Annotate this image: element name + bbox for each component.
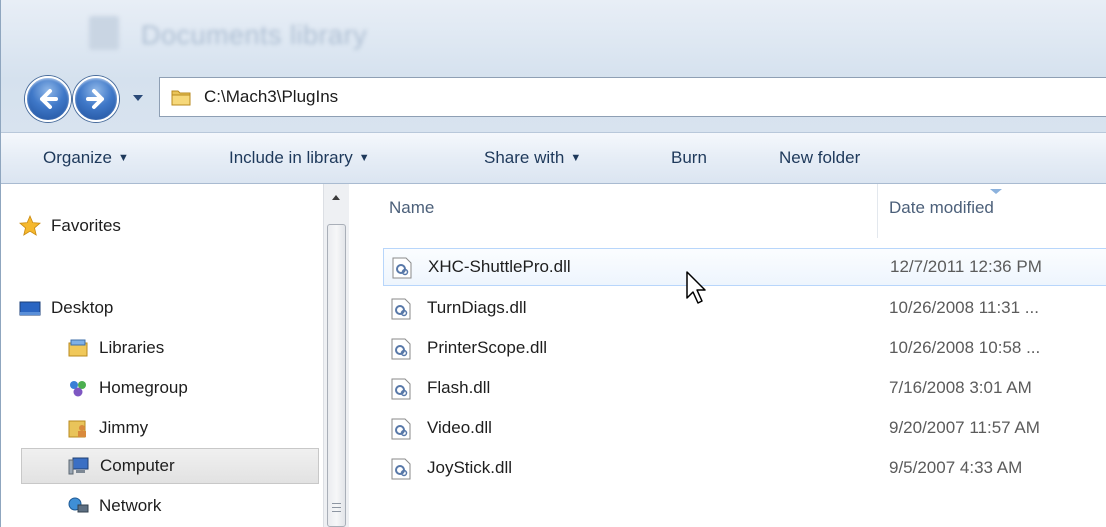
back-button[interactable] (25, 76, 71, 122)
column-header-name[interactable]: Name (389, 198, 434, 218)
scroll-up-button[interactable] (327, 188, 345, 206)
dll-file-icon (391, 298, 411, 320)
chevron-up-icon (332, 194, 340, 200)
file-row[interactable]: Flash.dll 7/16/2008 3:01 AM (383, 370, 1106, 408)
file-name: PrinterScope.dll (427, 338, 548, 357)
desktop-icon (19, 301, 41, 316)
nav-item-computer[interactable]: Computer (21, 448, 319, 484)
folder-icon (171, 90, 191, 106)
share-with-button[interactable]: Share with ▼ (484, 133, 581, 183)
address-bar[interactable]: C:\Mach3\PlugIns (159, 77, 1106, 117)
file-row[interactable]: JoyStick.dll 9/5/2007 4:33 AM (383, 450, 1106, 488)
new-folder-button[interactable]: New folder (779, 133, 860, 183)
file-row[interactable]: Video.dll 9/20/2007 11:57 AM (383, 410, 1106, 448)
file-date: 12/7/2011 12:36 PM (890, 257, 1042, 276)
dll-file-icon (391, 418, 411, 440)
computer-icon (68, 457, 89, 475)
navigation-pane: Favorites Desktop Libraries Homegroup Ji… (1, 184, 323, 527)
star-icon (19, 215, 41, 236)
title-bar: Documents library C:\Mach3\PlugIns (1, 0, 1106, 132)
thumb-grip-line (332, 503, 341, 504)
column-separator[interactable] (877, 184, 878, 238)
recent-pages-chevron-down-icon[interactable] (131, 93, 145, 103)
nav-item-jimmy[interactable]: Jimmy (67, 410, 317, 446)
nav-item-homegroup[interactable]: Homegroup (67, 370, 317, 406)
column-header-date-modified[interactable]: Date modified (889, 198, 994, 218)
back-arrow-icon (40, 89, 58, 109)
network-icon (68, 497, 89, 513)
chevron-down-icon: ▼ (117, 152, 129, 164)
file-date: 10/26/2008 11:31 ... (889, 298, 1039, 317)
file-list: Name Date modified XHC-ShuttlePro.dll 12… (349, 184, 1106, 527)
explorer-window: Documents library C:\Mach3\PlugIns Organ… (0, 0, 1106, 527)
homegroup-icon (70, 381, 86, 397)
dll-file-icon (391, 378, 411, 400)
thumb-grip-line (332, 507, 341, 508)
sort-indicator-icon (990, 189, 1002, 194)
nav-item-libraries[interactable]: Libraries (67, 330, 317, 366)
file-name: XHC-ShuttlePro.dll (428, 257, 571, 276)
file-date: 9/20/2007 11:57 AM (889, 418, 1040, 437)
file-date: 7/16/2008 3:01 AM (889, 378, 1032, 397)
user-folder-icon (68, 420, 86, 438)
forward-arrow-icon (86, 89, 104, 109)
nav-item-network[interactable]: Network (67, 488, 317, 524)
file-date: 10/26/2008 10:58 ... (889, 338, 1041, 357)
nav-item-desktop[interactable]: Desktop (19, 290, 315, 326)
file-row[interactable]: PrinterScope.dll 10/26/2008 10:58 ... (383, 330, 1106, 368)
forward-button[interactable] (73, 76, 119, 122)
chevron-down-icon: ▼ (358, 152, 370, 164)
file-row[interactable]: TurnDiags.dll 10/26/2008 11:31 ... (383, 290, 1106, 328)
include-in-library-button[interactable]: Include in library ▼ (229, 133, 370, 183)
organize-button[interactable]: Organize ▼ (43, 133, 129, 183)
nav-item-favorites[interactable]: Favorites (19, 208, 315, 244)
file-row[interactable]: XHC-ShuttlePro.dll 12/7/2011 12:36 PM (383, 248, 1106, 286)
dll-file-icon (391, 458, 411, 480)
library-ghost-icon (89, 16, 119, 50)
chevron-down-icon: ▼ (570, 152, 582, 164)
file-date: 9/5/2007 4:33 AM (889, 458, 1023, 477)
file-name: JoyStick.dll (427, 458, 513, 477)
file-name: Flash.dll (427, 378, 491, 397)
scrollbar-thumb[interactable] (327, 224, 346, 527)
dll-file-icon (392, 257, 412, 279)
command-bar: Organize ▼ Include in library ▼ Share with… (1, 132, 1106, 184)
ghost-window-title: Documents library (141, 20, 368, 50)
file-name: TurnDiags.dll (427, 298, 527, 317)
libraries-icon (68, 339, 88, 357)
thumb-grip-line (332, 511, 341, 512)
address-path: C:\Mach3\PlugIns (204, 87, 339, 106)
navigation-scrollbar[interactable] (323, 184, 349, 527)
dll-file-icon (391, 338, 411, 360)
burn-button[interactable]: Burn (671, 133, 707, 183)
file-name: Video.dll (427, 418, 492, 437)
